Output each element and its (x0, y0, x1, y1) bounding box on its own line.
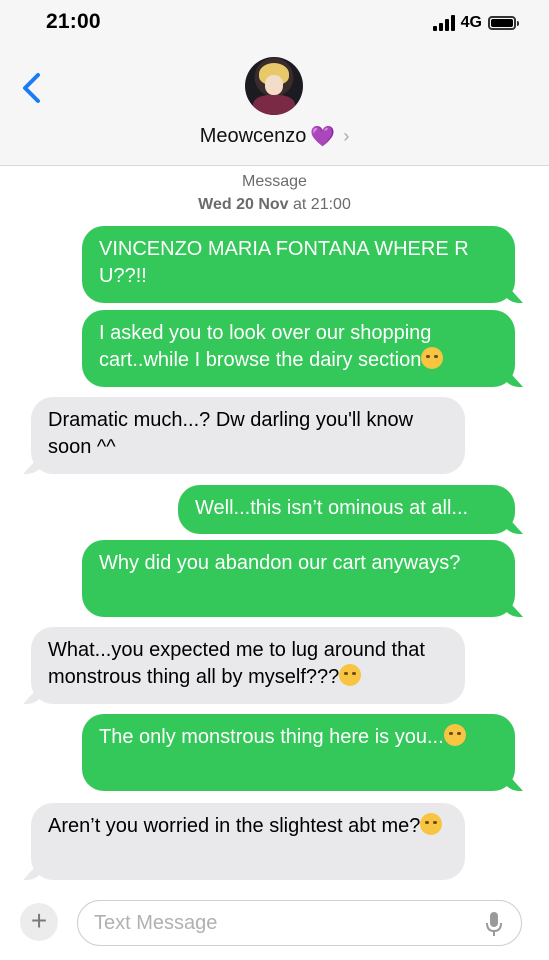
message-text: Aren’t you worried in the slightest abt … (48, 815, 421, 837)
apps-plus-button[interactable]: + (20, 903, 58, 941)
message-bubble-outgoing[interactable]: The only monstrous thing here is you... (82, 714, 515, 791)
purple-heart-icon: 💜 (310, 126, 336, 148)
status-time: 21:00 (46, 10, 101, 33)
status-indicators: 4G (432, 14, 519, 32)
message-bubble-outgoing[interactable]: I asked you to look over our shopping ca… (82, 310, 515, 387)
expressionless-face-icon (421, 347, 444, 369)
thread-service-label: Message (242, 173, 307, 190)
message-input[interactable] (94, 911, 464, 935)
slight-smile-face-icon (443, 724, 466, 746)
microphone-icon[interactable] (485, 911, 503, 937)
message-text: Dramatic much...? Dw darling you'll know… (48, 409, 414, 458)
message-text: Well...this isn’t ominous at all... (195, 497, 469, 519)
pleading-face-icon (420, 813, 443, 835)
message-bubble-outgoing[interactable]: Why did you abandon our cart anyways? (82, 540, 515, 617)
message-bubble-incoming[interactable]: What...you expected me to lug around tha… (31, 627, 465, 704)
message-text: Why did you abandon our cart anyways? (99, 552, 461, 574)
message-text: I asked you to look over our shopping ca… (99, 322, 432, 371)
back-chevron-icon[interactable] (16, 68, 52, 108)
avatar[interactable] (245, 57, 303, 115)
message-text: The only monstrous thing here is you... (99, 726, 444, 748)
thread-timestamp: Wed 20 Nov at 21:00 (0, 196, 549, 214)
message-bubble-outgoing[interactable]: VINCENZO MARIA FONTANA WHERE R U??!! (82, 226, 515, 303)
message-bubble-outgoing[interactable]: Well...this isn’t ominous at all... (178, 485, 515, 534)
signal-icon (432, 15, 455, 31)
message-input-container[interactable] (77, 900, 522, 946)
contact-name-button[interactable]: Meowcenzo 💜 › (0, 124, 549, 149)
message-bubble-incoming[interactable]: Aren’t you worried in the slightest abt … (31, 803, 465, 880)
eye-roll-face-icon (339, 664, 362, 686)
thread-time: at 21:00 (293, 196, 351, 213)
message-text: What...you expected me to lug around tha… (48, 639, 425, 688)
message-bubble-incoming[interactable]: Dramatic much...? Dw darling you'll know… (31, 397, 465, 474)
thread-date: Wed 20 Nov (198, 196, 289, 213)
conversation-header: 21:00 4G Meowcenzo 💜 › (0, 0, 549, 166)
battery-icon (488, 16, 519, 30)
contact-name: Meowcenzo (199, 125, 307, 147)
message-text: VINCENZO MARIA FONTANA WHERE R U??!! (99, 238, 469, 287)
chevron-right-icon: › (343, 126, 350, 146)
network-type: 4G (460, 14, 482, 31)
